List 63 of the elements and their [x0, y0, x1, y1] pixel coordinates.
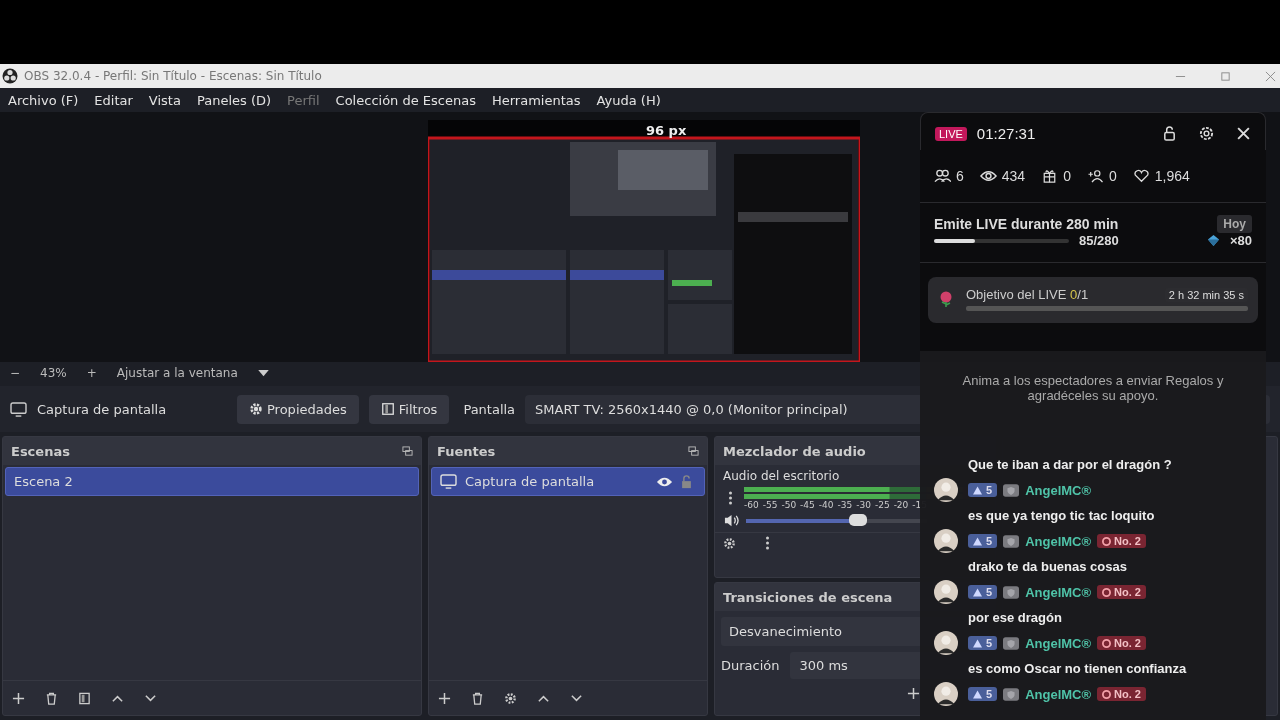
menu-item[interactable]: Editar — [94, 92, 133, 108]
stat-value: 434 — [1001, 168, 1026, 184]
scale-label: -45 — [800, 500, 815, 510]
fan-level-badge: 5 — [968, 483, 998, 497]
stat-value: 6 — [956, 168, 964, 184]
source-item[interactable]: Captura de pantalla — [431, 467, 705, 496]
properties-button[interactable]: Propiedades — [237, 394, 359, 424]
chat-message: Que te iban a dar por el dragón ? — [967, 457, 1173, 472]
task-title: Emite LIVE durante 280 min — [934, 216, 1119, 232]
username: AngelMC® — [1025, 584, 1092, 600]
panel-title: Transiciones de escena — [723, 589, 893, 605]
menu-item[interactable]: Archivo (F) — [8, 92, 79, 108]
username: AngelMC® — [1025, 686, 1092, 702]
stat-value: 0 — [1108, 168, 1117, 184]
username: AngelMC® — [1025, 533, 1092, 549]
channel-name: Audio del escritorio — [723, 469, 840, 483]
rank-badge: No. 2 — [1097, 636, 1146, 650]
field-label: Pantalla — [463, 401, 516, 417]
scale-label: -30 — [856, 500, 871, 510]
scale-label: -50 — [781, 500, 797, 510]
fit-dropdown[interactable]: Ajustar a la ventana — [116, 366, 238, 380]
scene-item[interactable]: Escena 2 — [5, 467, 419, 496]
fan-level-badge: 5 — [968, 636, 998, 650]
scale-label: -25 — [874, 500, 890, 510]
menu-item[interactable]: Paneles (D) — [196, 92, 272, 108]
chat-message: es que ya tengo tic tac loquito — [967, 508, 1156, 523]
menu-item[interactable]: Herramientas — [491, 92, 581, 108]
rank-badge: No. 2 — [1097, 585, 1146, 599]
task-tag: Hoy — [1217, 215, 1252, 233]
zoom-level: 43% — [40, 366, 67, 380]
username: AngelMC® — [1025, 482, 1092, 498]
reward-count: ×80 — [1229, 233, 1252, 248]
menu-item[interactable]: Vista — [148, 92, 181, 108]
filters-button[interactable]: Filtros — [368, 394, 450, 424]
scale-label: -55 — [762, 500, 778, 510]
source-label: Captura de pantalla — [465, 474, 596, 489]
chat-message: drako te da buenas cosas — [967, 559, 1128, 574]
zoom-out-button[interactable]: − — [10, 366, 21, 380]
scale-label: -20 — [893, 500, 909, 510]
menu-item[interactable]: Ayuda (H) — [596, 92, 661, 108]
stat-value: 1,964 — [1154, 168, 1190, 184]
rank-badge: No. 2 — [1097, 687, 1146, 701]
username: AngelMC® — [1025, 635, 1092, 651]
zoom-in-button[interactable]: + — [86, 366, 97, 380]
live-badge: LIVE — [935, 126, 967, 141]
panel-title: Mezclador de audio — [723, 443, 866, 459]
fan-level-badge: 5 — [968, 534, 998, 548]
scale-label: -40 — [818, 500, 834, 510]
live-timer: 01:27:31 — [976, 125, 1036, 142]
panel-title: Fuentes — [437, 443, 496, 459]
rank-badge: No. 2 — [1097, 534, 1146, 548]
scale-label: -60 — [744, 500, 759, 510]
guide-label: 96 px — [646, 123, 687, 138]
source-name: Captura de pantalla — [37, 401, 168, 417]
goal-label: Objetivo del LIVE 0/1 — [966, 287, 1089, 302]
duration-label: Duración — [721, 658, 780, 673]
menu-item[interactable]: Colección de Escenas — [335, 92, 476, 108]
panel-title: Escenas — [11, 443, 70, 459]
window-title: OBS 32.0.4 - Perfil: Sin Título - Escenas: Sin Título — [24, 69, 322, 83]
stat-value: 0 — [1063, 168, 1071, 184]
fan-level-badge: 5 — [968, 687, 998, 701]
scale-label: -35 — [837, 500, 853, 510]
fan-level-badge: 5 — [968, 585, 998, 599]
